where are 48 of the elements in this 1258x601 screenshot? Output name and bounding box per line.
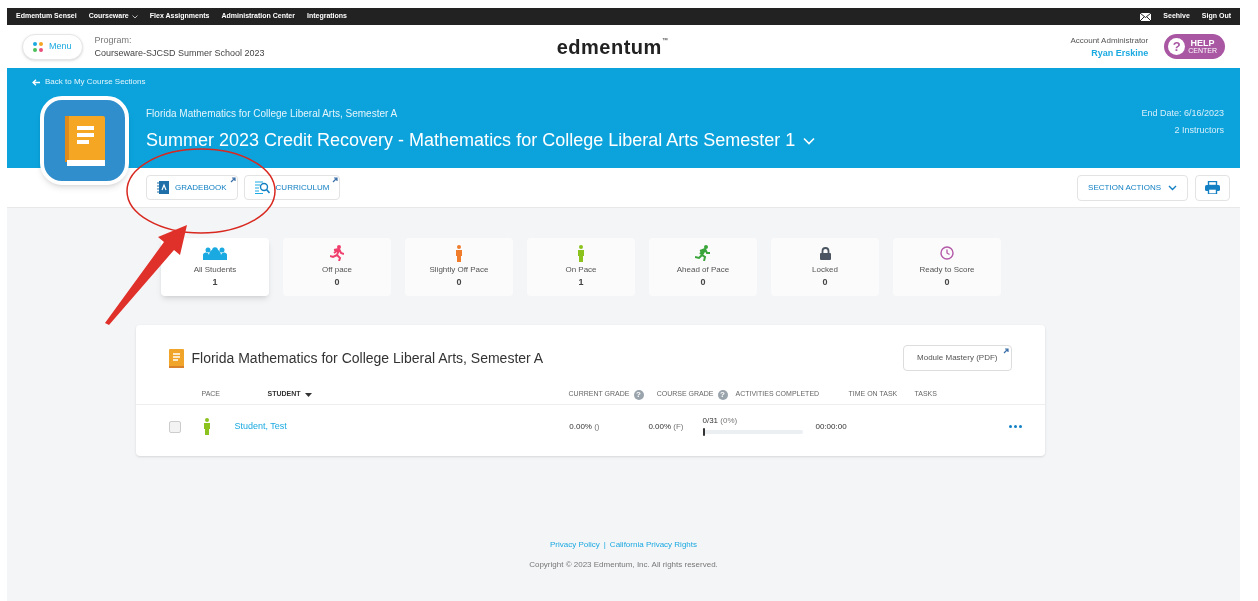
list-search-icon <box>254 181 270 194</box>
sort-caret-icon[interactable] <box>304 392 312 397</box>
time-on-task: 00:00:00 <box>815 421 847 431</box>
pace-filter-card[interactable]: Ahead of Pace 0 <box>649 238 757 296</box>
end-date: End Date: 6/16/2023 <box>1141 107 1224 120</box>
running-figure-icon <box>695 245 711 262</box>
section-actions-button[interactable]: SECTION ACTIONS <box>1077 174 1188 201</box>
course-grade: 0.00% (F) <box>648 420 684 433</box>
standing-figure-icon <box>577 244 585 262</box>
toolbar-tab[interactable]: CURRICULUM <box>243 175 341 200</box>
pace-filter-card[interactable]: Slightly Off Pace 0 <box>405 238 513 296</box>
pace-filter-card[interactable]: Locked 0 <box>771 238 879 296</box>
current-grade: 0.00% () <box>569 420 600 433</box>
pace-filter-card[interactable]: All Students 1 <box>161 238 269 296</box>
account-role: Account Administrator <box>1070 34 1149 47</box>
pace-filter-card[interactable]: Off pace 0 <box>283 238 391 296</box>
link-separator: | <box>603 539 606 551</box>
course-name: Florida Mathematics for College Liberal Arts, Semester A <box>146 107 399 121</box>
menu-icon <box>33 41 43 52</box>
clock-icon <box>940 246 954 261</box>
more-options-icon[interactable] <box>1008 425 1022 428</box>
program-name[interactable]: Courseware-SJCSD Summer School 2023 <box>94 46 265 60</box>
book-icon <box>64 115 105 166</box>
chevron-down-icon <box>803 136 816 145</box>
back-arrow-icon <box>32 78 40 86</box>
module-mastery-pdf-button[interactable]: Module Mastery (PDF) <box>903 345 1012 371</box>
chevron-down-icon <box>1168 184 1177 191</box>
program-label: Program: <box>94 33 133 47</box>
copyright-text: Copyright © 2023 Edmentum, Inc. All rights reserved. <box>529 559 718 571</box>
standing-figure-icon <box>455 244 463 262</box>
lock-icon <box>819 246 831 260</box>
running-figure-icon <box>330 245 344 262</box>
mail-icon[interactable] <box>1140 12 1152 21</box>
external-link-icon <box>332 177 339 183</box>
book-icon <box>168 348 184 368</box>
pace-filter-card[interactable]: Ready to Score 0 <box>893 238 1001 296</box>
external-link-icon <box>1002 348 1009 354</box>
activities-completed: 0/31 (0%) <box>702 415 739 427</box>
gradebook-icon <box>157 181 169 194</box>
pace-filter-card[interactable]: On Pace 1 <box>527 238 635 296</box>
people-group-icon <box>203 246 227 260</box>
print-button[interactable] <box>1195 174 1230 201</box>
standing-figure-icon <box>202 418 211 435</box>
course-table-title: Florida Mathematics for College Liberal Arts, Semester A <box>191 348 544 368</box>
external-link-icon <box>229 177 236 183</box>
toolbar-tab[interactable]: GRADEBOOK <box>146 175 238 200</box>
printer-icon <box>1205 181 1220 194</box>
checkbox[interactable] <box>168 420 181 433</box>
